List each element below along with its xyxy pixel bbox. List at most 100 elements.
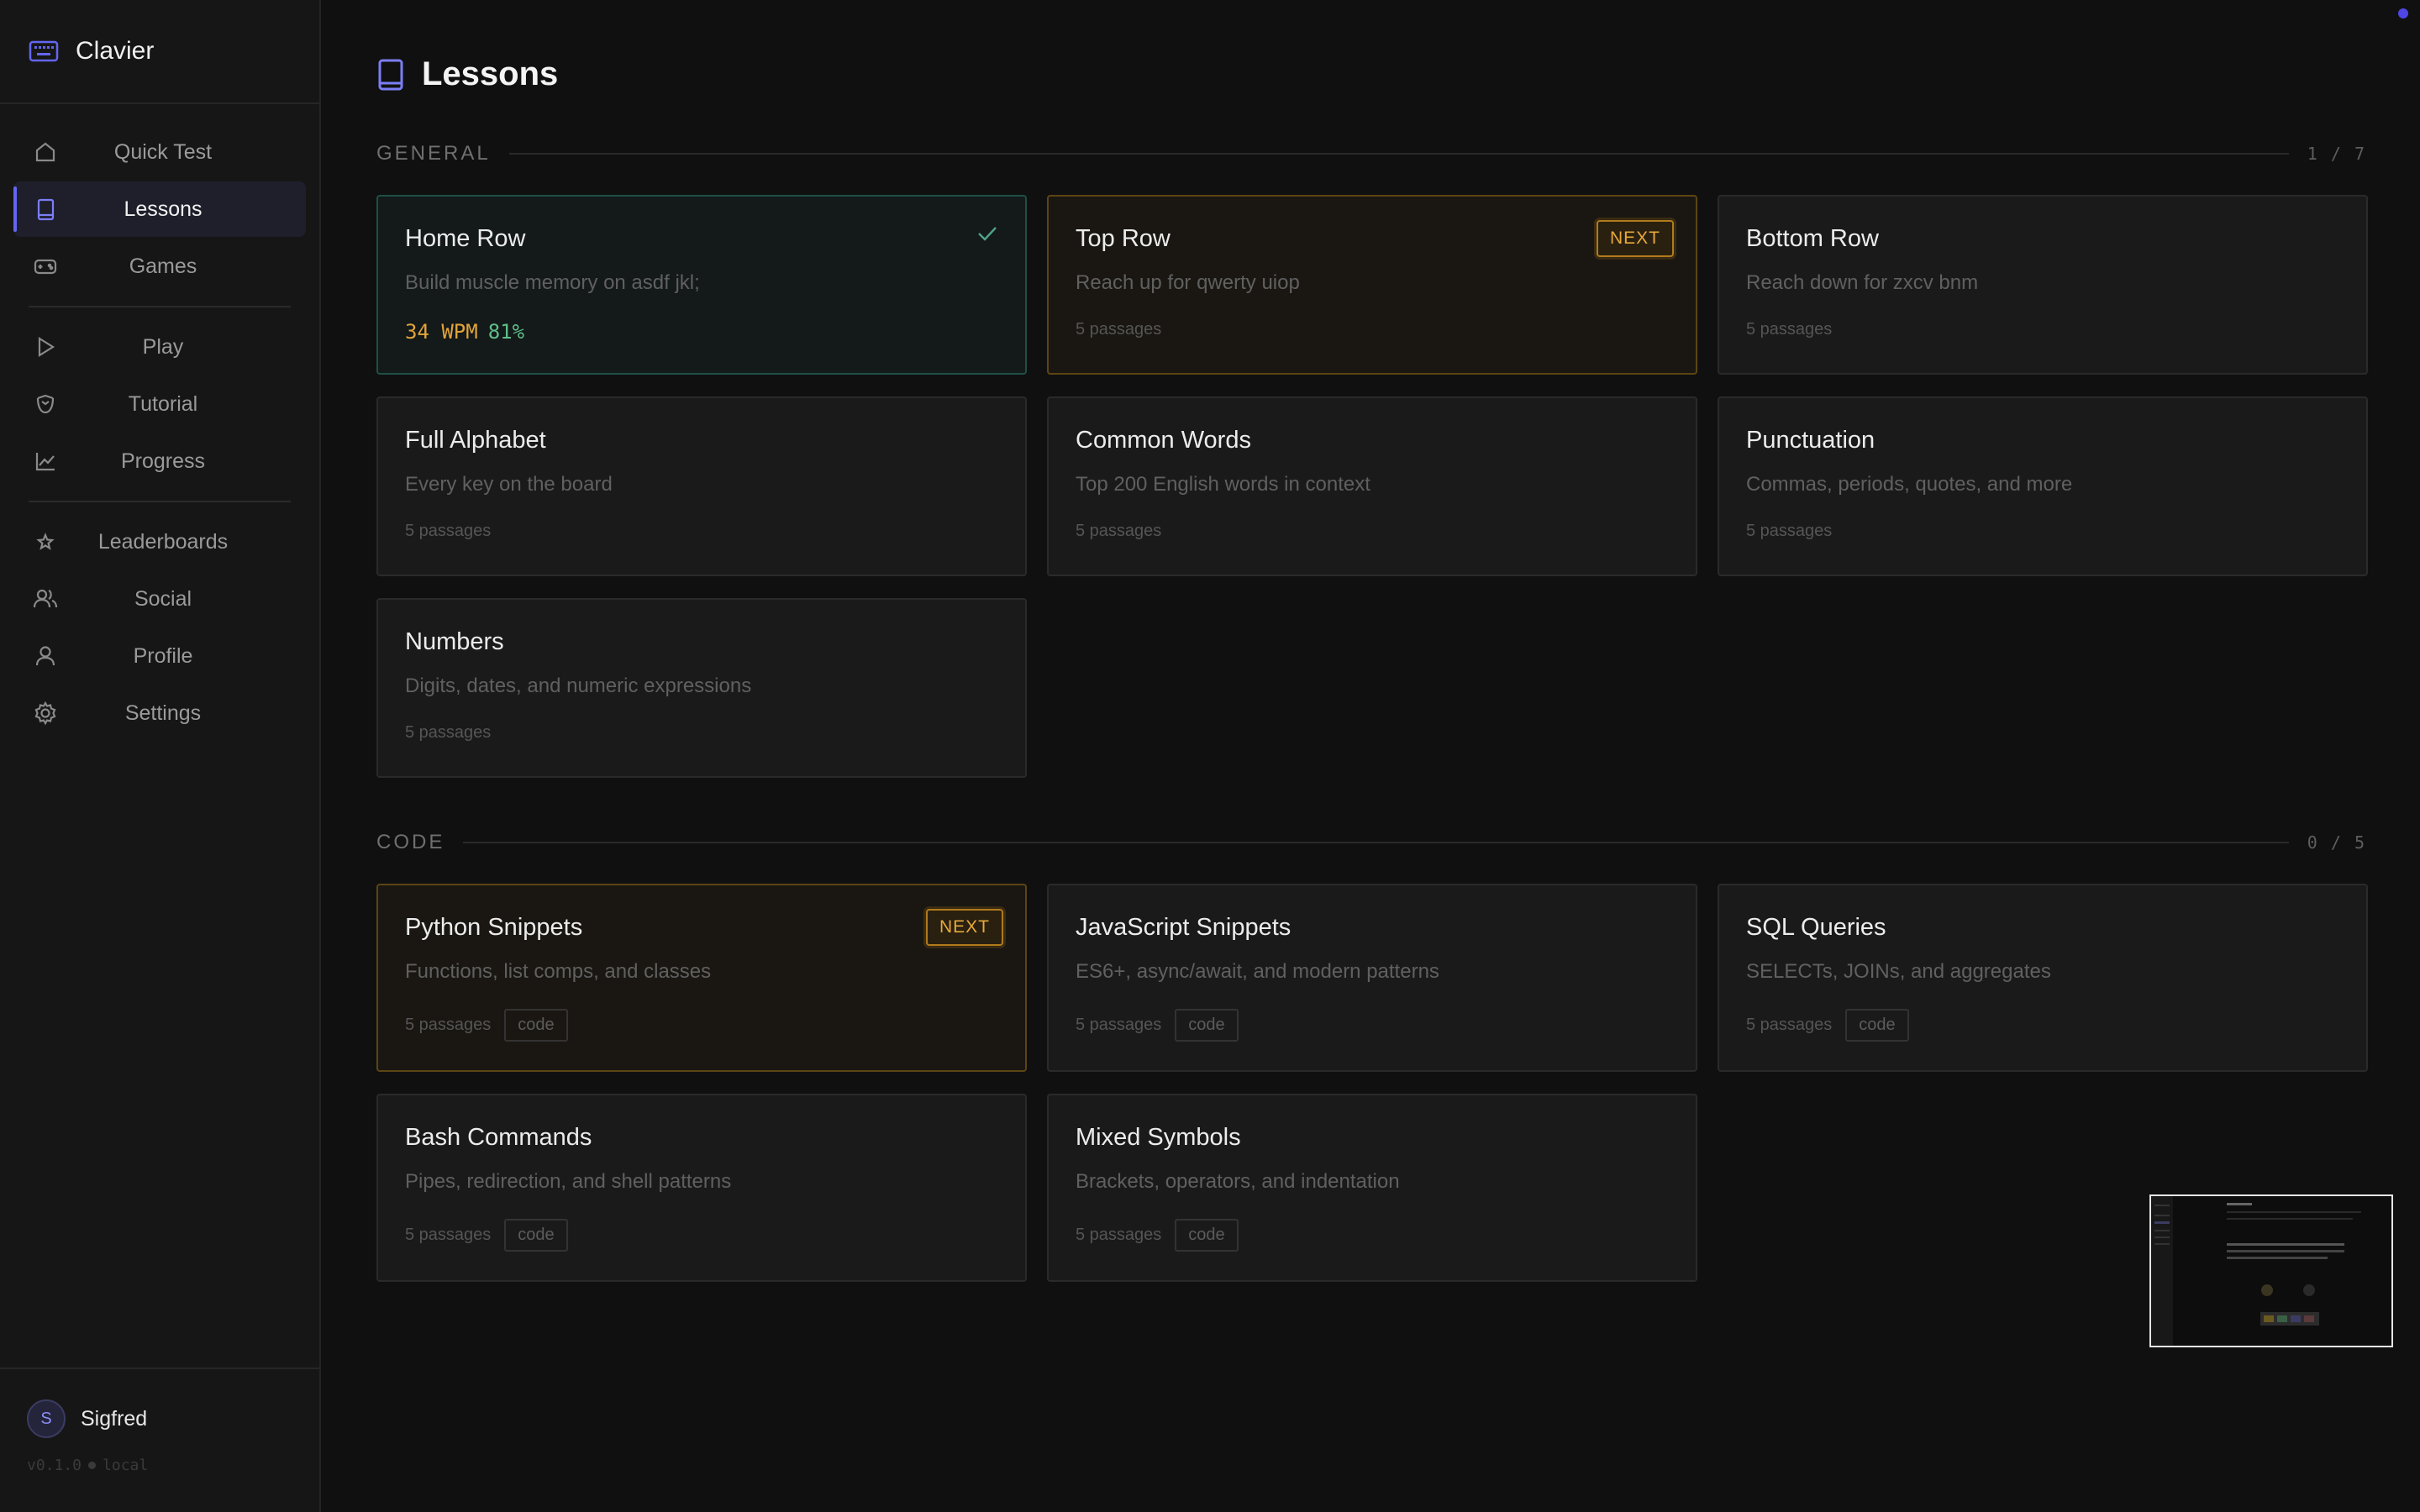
preview-image xyxy=(2151,1196,2361,1346)
app-name: Clavier xyxy=(76,37,155,65)
lesson-passage-count: 5 passages xyxy=(1746,522,1833,540)
lesson-description: SELECTs, JOINs, and aggregates xyxy=(1746,960,2051,983)
section-title: GENERAL xyxy=(376,142,491,165)
section-progress: 0 / 5 xyxy=(2307,832,2366,853)
user-panel: S Sigfred v0.1.0 local xyxy=(0,1368,319,1512)
nav-divider xyxy=(29,306,291,307)
lesson-description: ES6+, async/await, and modern patterns xyxy=(1076,960,1439,983)
user-icon xyxy=(32,643,59,669)
lesson-passage-count: 5 passages xyxy=(405,1016,492,1034)
lesson-title: Numbers xyxy=(405,628,504,655)
lesson-passage-count: 5 passages xyxy=(1746,1016,1833,1034)
users-icon xyxy=(32,585,59,612)
lesson-description: Reach up for qwerty uiop xyxy=(1076,271,1300,294)
lesson-card-bash-commands[interactable]: Bash Commands Pipes, redirection, and sh… xyxy=(376,1094,1027,1282)
nav-item-settings[interactable]: Settings xyxy=(13,685,306,741)
lesson-card-numbers[interactable]: Numbers Digits, dates, and numeric expre… xyxy=(376,598,1027,778)
nav-divider xyxy=(29,501,291,502)
next-badge: NEXT xyxy=(1596,220,1674,257)
lesson-grid-code: Python Snippets NEXT Functions, list com… xyxy=(376,884,2368,1282)
lesson-passage-count: 5 passages xyxy=(1076,1226,1162,1244)
lesson-description: Commas, periods, quotes, and more xyxy=(1746,473,2073,496)
home-icon xyxy=(32,139,59,165)
main-nav: Quick Test Lessons Games Play Tutorial P… xyxy=(0,104,319,741)
username: Sigfred xyxy=(81,1406,148,1431)
graduation-icon xyxy=(32,391,59,417)
lesson-title: Full Alphabet xyxy=(405,427,546,454)
nav-item-lessons[interactable]: Lessons xyxy=(13,181,306,237)
lesson-passage-count: 5 passages xyxy=(1076,522,1162,540)
preview-thumbnail[interactable] xyxy=(2149,1194,2393,1347)
lesson-description: Every key on the board xyxy=(405,473,613,496)
lesson-title: Punctuation xyxy=(1746,427,1876,454)
chart-icon xyxy=(32,448,59,475)
status-indicator-icon xyxy=(2398,8,2408,18)
nav-item-progress[interactable]: Progress xyxy=(13,433,306,489)
lesson-stats: 34 WPM 81% xyxy=(405,320,998,344)
lesson-wpm: 34 WPM xyxy=(405,320,478,344)
next-badge: NEXT xyxy=(925,909,1003,946)
version-number: v0.1.0 xyxy=(27,1457,82,1474)
section-header-general: GENERAL 1 / 7 xyxy=(376,141,2366,166)
lesson-card-mixed-symbols[interactable]: Mixed Symbols Brackets, operators, and i… xyxy=(1047,1094,1697,1282)
lesson-title: Top Row xyxy=(1076,225,1171,252)
lesson-title: Bottom Row xyxy=(1746,225,1879,252)
lesson-title: Bash Commands xyxy=(405,1124,592,1151)
star-icon xyxy=(32,528,59,555)
code-tag: code xyxy=(1175,1009,1239,1042)
lesson-passage-count: 5 passages xyxy=(405,723,492,742)
nav-item-tutorial[interactable]: Tutorial xyxy=(13,376,306,432)
nav-item-games[interactable]: Games xyxy=(13,239,306,294)
code-tag: code xyxy=(504,1009,568,1042)
keyboard-icon xyxy=(29,40,59,62)
code-tag: code xyxy=(1845,1009,1909,1042)
page-header: Lessons xyxy=(376,55,558,93)
lesson-description: Pipes, redirection, and shell patterns xyxy=(405,1170,732,1193)
lesson-card-full-alphabet[interactable]: Full Alphabet Every key on the board 5 p… xyxy=(376,396,1027,576)
lesson-title: SQL Queries xyxy=(1746,914,1886,941)
page-title: Lessons xyxy=(422,55,559,92)
lesson-title: JavaScript Snippets xyxy=(1076,914,1292,941)
lesson-description: Top 200 English words in context xyxy=(1076,473,1370,496)
lesson-passage-count: 5 passages xyxy=(405,522,492,540)
lesson-title: Common Words xyxy=(1076,427,1251,454)
section-title: CODE xyxy=(376,831,445,853)
lesson-card-python-snippets[interactable]: Python Snippets NEXT Functions, list com… xyxy=(376,884,1027,1072)
nav-item-play[interactable]: Play xyxy=(13,319,306,375)
lesson-passage-count: 5 passages xyxy=(1746,320,1833,339)
lesson-card-home-row[interactable]: Home Row Build muscle memory on asdf jkl… xyxy=(376,195,1027,375)
lesson-card-top-row[interactable]: Top Row NEXT Reach up for qwerty uiop 5 … xyxy=(1047,195,1697,375)
lesson-description: Build muscle memory on asdf jkl; xyxy=(405,271,700,294)
lesson-passage-count: 5 passages xyxy=(1076,320,1162,339)
brand[interactable]: Clavier xyxy=(0,0,319,104)
lesson-description: Functions, list comps, and classes xyxy=(405,960,712,983)
lesson-card-punctuation[interactable]: Punctuation Commas, periods, quotes, and… xyxy=(1718,396,2368,576)
gear-icon xyxy=(32,700,59,727)
lesson-title: Mixed Symbols xyxy=(1076,1124,1241,1151)
check-icon xyxy=(978,227,997,241)
lesson-description: Reach down for zxcv bnm xyxy=(1746,271,1979,294)
section-divider xyxy=(508,153,2289,155)
lesson-grid-general: Home Row Build muscle memory on asdf jkl… xyxy=(376,195,2368,778)
section-divider xyxy=(463,842,2289,843)
nav-item-leaderboards[interactable]: Leaderboards xyxy=(13,514,306,570)
code-tag: code xyxy=(504,1219,568,1252)
lesson-title: Home Row xyxy=(405,225,526,252)
lesson-passage-count: 5 passages xyxy=(1076,1016,1162,1034)
lesson-description: Brackets, operators, and indentation xyxy=(1076,1170,1400,1193)
nav-item-quick-test[interactable]: Quick Test xyxy=(13,124,306,180)
lesson-card-javascript-snippets[interactable]: JavaScript Snippets ES6+, async/await, a… xyxy=(1047,884,1697,1072)
nav-item-profile[interactable]: Profile xyxy=(13,628,306,684)
lesson-description: Digits, dates, and numeric expressions xyxy=(405,675,752,697)
lesson-card-common-words[interactable]: Common Words Top 200 English words in co… xyxy=(1047,396,1697,576)
user-profile-link[interactable]: S Sigfred xyxy=(27,1399,319,1438)
lesson-card-bottom-row[interactable]: Bottom Row Reach down for zxcv bnm 5 pas… xyxy=(1718,195,2368,375)
gamepad-icon xyxy=(32,253,59,280)
lesson-card-sql-queries[interactable]: SQL Queries SELECTs, JOINs, and aggregat… xyxy=(1718,884,2368,1072)
sidebar: Clavier Quick Test Lessons Games Play Tu… xyxy=(0,0,321,1512)
section-header-code: CODE 0 / 5 xyxy=(376,830,2366,855)
version-info: v0.1.0 local xyxy=(27,1457,319,1474)
section-progress: 1 / 7 xyxy=(2307,144,2366,164)
nav-item-social[interactable]: Social xyxy=(13,571,306,627)
lesson-title: Python Snippets xyxy=(405,914,583,941)
